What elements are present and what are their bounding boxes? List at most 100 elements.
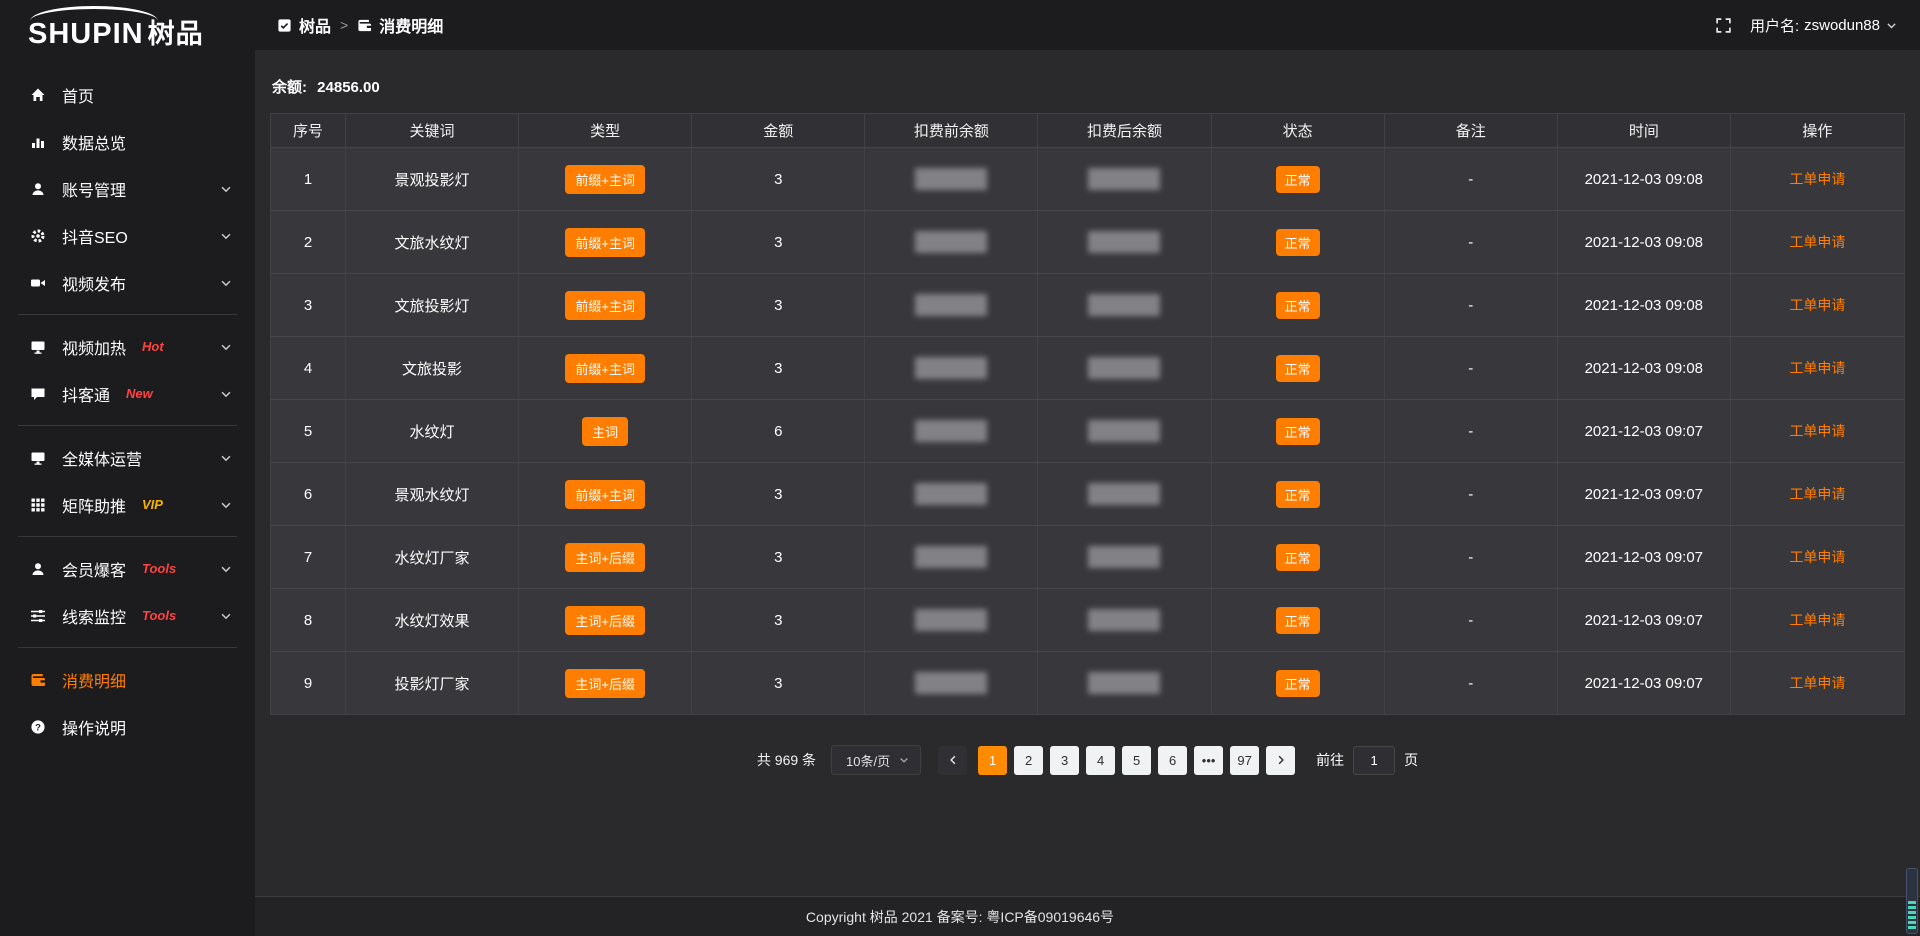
page-button-4[interactable]: 4 (1086, 746, 1115, 775)
note-cell: - (1385, 148, 1558, 210)
row-index: 5 (271, 400, 346, 462)
type-badge: 前缀+主词 (565, 354, 645, 383)
sidebar-item-clue-monitor[interactable]: 线索监控Tools (0, 592, 255, 639)
page-button-1[interactable]: 1 (978, 746, 1007, 775)
balance-after-cell (1038, 589, 1211, 651)
balance-before-cell (865, 148, 1038, 210)
column-header: 序号 (271, 114, 346, 147)
goto-page-input[interactable] (1353, 746, 1395, 775)
sidebar-item-omni-media[interactable]: 全媒体运营 (0, 434, 255, 481)
sidebar-item-label: 抖音SEO (62, 224, 128, 248)
app-logo: SHUPIN树品 (0, 0, 255, 57)
time-cell: 2021-12-03 09:07 (1558, 400, 1731, 462)
table-row: 8 水纹灯效果 主词+后缀 3 正常 - 2021-12-03 09:07 工单… (271, 588, 1904, 651)
sidebar-divider (18, 425, 237, 426)
note-cell: - (1385, 652, 1558, 714)
work-order-link[interactable]: 工单申请 (1789, 610, 1845, 630)
column-header: 状态 (1212, 114, 1385, 147)
column-header: 关键词 (346, 114, 519, 147)
masked-value (1088, 231, 1160, 253)
page-button-3[interactable]: 3 (1050, 746, 1079, 775)
page-size-select[interactable]: 10条/页 (831, 745, 921, 775)
masked-value (915, 357, 987, 379)
work-order-link[interactable]: 工单申请 (1789, 484, 1845, 504)
table-row: 1 景观投影灯 前缀+主词 3 正常 - 2021-12-03 09:08 工单… (271, 147, 1904, 210)
work-order-link[interactable]: 工单申请 (1789, 421, 1845, 441)
work-order-link[interactable]: 工单申请 (1789, 295, 1845, 315)
grid-icon (30, 497, 46, 513)
column-header: 类型 (519, 114, 692, 147)
sidebar-item-data-overview[interactable]: 数据总览 (0, 118, 255, 165)
type-cell: 前缀+主词 (519, 211, 692, 273)
amount-cell: 3 (692, 148, 865, 210)
amount-cell: 3 (692, 589, 865, 651)
page-button-5[interactable]: 5 (1122, 746, 1151, 775)
balance-before-cell (865, 589, 1038, 651)
page-button-2[interactable]: 2 (1014, 746, 1043, 775)
keyword-cell: 景观水纹灯 (346, 463, 519, 525)
balance-after-cell (1038, 274, 1211, 336)
balance-after-cell (1038, 526, 1211, 588)
chevron-down-icon (219, 276, 233, 290)
status-badge: 正常 (1276, 670, 1320, 697)
chevron-down-icon (898, 754, 910, 766)
page-button-6[interactable]: 6 (1158, 746, 1187, 775)
floating-widget[interactable] (1906, 868, 1918, 934)
sidebar-item-matrix-boost[interactable]: 矩阵助推VIP (0, 481, 255, 528)
sidebar-item-video-heating[interactable]: 视频加热Hot (0, 323, 255, 370)
user-menu[interactable]: 用户名: zswodun88 (1750, 15, 1898, 36)
copyright-text: Copyright 树品 2021 备案号: 粤ICP备09019646号 (806, 907, 1114, 927)
breadcrumb-item-current[interactable]: 消费明细 (357, 13, 443, 37)
sidebar-item-member-baoke[interactable]: 会员爆客Tools (0, 545, 255, 592)
wallet-icon (30, 672, 46, 688)
masked-value (915, 609, 987, 631)
fullscreen-icon[interactable] (1715, 17, 1732, 34)
amount-cell: 3 (692, 274, 865, 336)
page-button-97[interactable]: 97 (1230, 746, 1259, 775)
breadcrumb-label: 树品 (299, 13, 331, 37)
work-order-link[interactable]: 工单申请 (1789, 232, 1845, 252)
svg-text:?: ? (35, 722, 41, 733)
sidebar-item-label: 视频发布 (62, 271, 126, 295)
prev-page-button[interactable] (938, 746, 967, 775)
balance-after-cell (1038, 652, 1211, 714)
page-ellipsis-button[interactable]: ••• (1194, 746, 1223, 775)
next-page-button[interactable] (1266, 746, 1295, 775)
sidebar-item-douketong[interactable]: 抖客通New (0, 370, 255, 417)
sidebar-item-instructions[interactable]: ? 操作说明 (0, 703, 255, 750)
main-content: 余额: 24856.00 序号关键词类型金额扣费前余额扣费后余额状态备注时间操作… (255, 50, 1920, 896)
amount-cell: 3 (692, 337, 865, 399)
type-cell: 主词+后缀 (519, 589, 692, 651)
username: zswodun88 (1804, 17, 1880, 34)
row-index: 4 (271, 337, 346, 399)
sidebar-item-consumption-detail[interactable]: 消费明细 (0, 656, 255, 703)
time-cell: 2021-12-03 09:07 (1558, 463, 1731, 525)
sidebar-item-video-publish[interactable]: 视频发布 (0, 259, 255, 306)
note-cell: - (1385, 589, 1558, 651)
work-order-link[interactable]: 工单申请 (1789, 169, 1845, 189)
work-order-link[interactable]: 工单申请 (1789, 358, 1845, 378)
column-header: 金额 (692, 114, 865, 147)
chevron-left-icon (947, 754, 959, 766)
sidebar-item-account-management[interactable]: 账号管理 (0, 165, 255, 212)
keyword-cell: 投影灯厂家 (346, 652, 519, 714)
sliders-icon (30, 608, 46, 624)
masked-value (915, 168, 987, 190)
note-cell: - (1385, 274, 1558, 336)
breadcrumb-item-root[interactable]: 树品 (277, 13, 331, 37)
masked-value (1088, 483, 1160, 505)
chevron-down-icon (219, 562, 233, 576)
sidebar-item-douyin-seo[interactable]: 抖音SEO (0, 212, 255, 259)
type-cell: 前缀+主词 (519, 463, 692, 525)
chat-icon (30, 386, 46, 402)
sidebar-item-badge: Hot (142, 339, 164, 354)
type-cell: 前缀+主词 (519, 337, 692, 399)
home-icon (30, 87, 46, 103)
sidebar-item-label: 矩阵助推 (62, 493, 126, 517)
action-cell: 工单申请 (1731, 274, 1904, 336)
balance-value: 24856.00 (317, 79, 380, 96)
sidebar-item-home[interactable]: 首页 (0, 71, 255, 118)
work-order-link[interactable]: 工单申请 (1789, 673, 1845, 693)
balance-after-cell (1038, 148, 1211, 210)
work-order-link[interactable]: 工单申请 (1789, 547, 1845, 567)
